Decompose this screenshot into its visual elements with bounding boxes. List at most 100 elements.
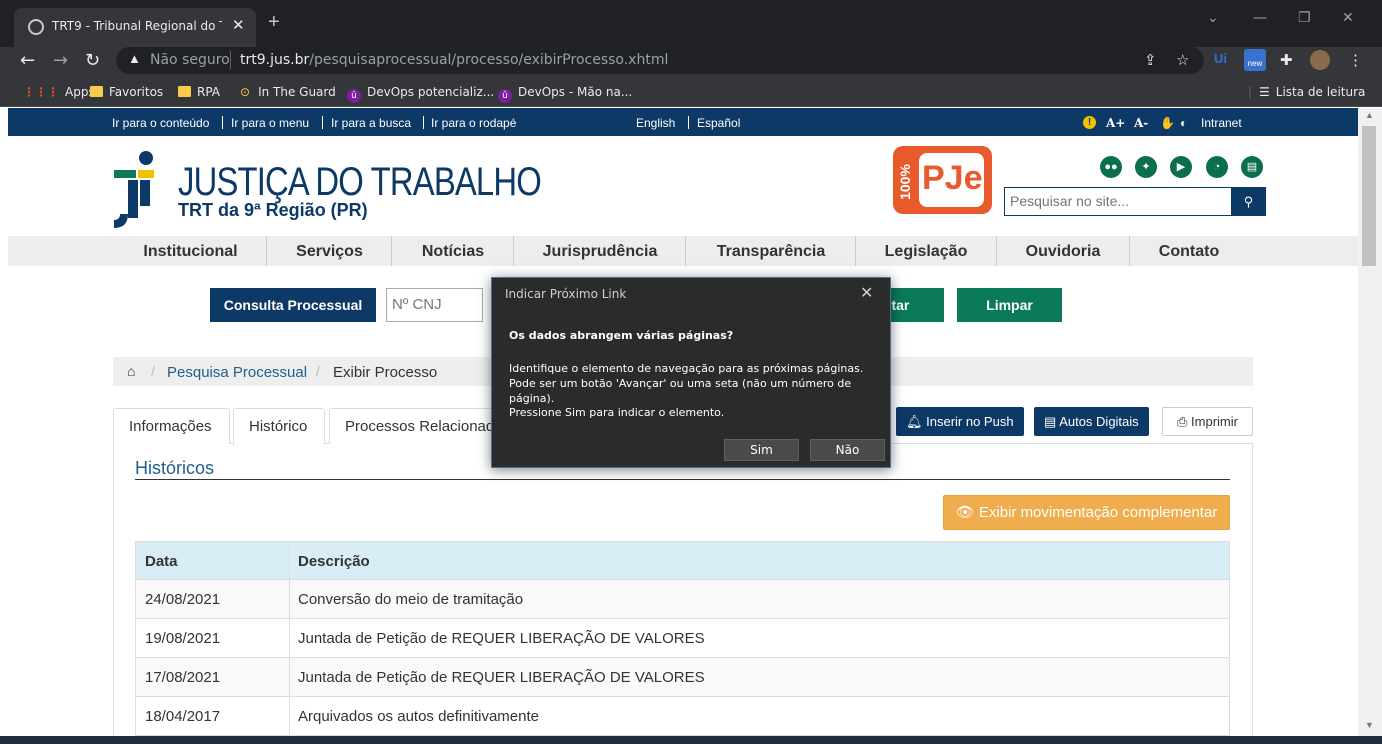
column-header-data[interactable]: Data xyxy=(145,553,178,570)
cnj-input[interactable] xyxy=(387,289,477,319)
bookmarks-divider: | xyxy=(1248,85,1253,99)
dialog-no-button[interactable]: Não xyxy=(810,439,885,461)
browser-menu-icon[interactable]: ⋮ xyxy=(1348,51,1363,69)
tab-historico[interactable]: Histórico xyxy=(233,408,325,445)
skip-to-content-link[interactable]: Ir para o conteúdo xyxy=(112,116,209,130)
url-host: trt9.jus.br xyxy=(240,52,310,68)
youtube-icon[interactable]: ▶ xyxy=(1170,156,1192,178)
bookmark-devops-1[interactable]: û DevOps potencializ... xyxy=(347,85,494,103)
close-window-button[interactable]: ✕ xyxy=(1342,10,1354,26)
extensions-puzzle-icon[interactable]: ✚ xyxy=(1280,51,1293,69)
restore-button[interactable]: ❐ xyxy=(1298,10,1311,26)
row-date: 24/08/2021 xyxy=(145,591,221,608)
bookmark-star-icon[interactable]: ☆ xyxy=(1176,51,1189,69)
menu-servicos[interactable]: Serviços xyxy=(267,236,392,266)
font-decrease-button[interactable]: A- xyxy=(1134,116,1148,130)
row-date: 19/08/2021 xyxy=(145,630,221,647)
share-icon[interactable]: ⇪ xyxy=(1144,51,1157,69)
imprimir-button[interactable]: ⎙ Imprimir xyxy=(1162,407,1253,436)
back-icon[interactable]: ← xyxy=(20,50,35,71)
uipath-extension-icon[interactable]: Ui xyxy=(1214,51,1227,66)
forward-icon[interactable]: → xyxy=(53,50,68,71)
menu-jurisprudencia[interactable]: Jurisprudência xyxy=(514,236,686,266)
espanol-link[interactable]: Español xyxy=(697,116,740,130)
scroll-up-icon[interactable]: ▲ xyxy=(1365,110,1374,120)
tab-title: TRT9 - Tribunal Regional do Trab xyxy=(52,19,222,33)
site-search-input[interactable] xyxy=(1005,188,1227,214)
row-description: Juntada de Petição de REQUER LIBERAÇÃO D… xyxy=(298,630,705,647)
dialog-yes-button[interactable]: Sim xyxy=(724,439,799,461)
close-tab-icon[interactable]: ✕ xyxy=(232,16,245,34)
column-header-descricao[interactable]: Descrição xyxy=(298,553,370,570)
flickr-icon[interactable]: ●● xyxy=(1100,156,1122,178)
row-description: Arquivados os autos definitivamente xyxy=(298,708,539,725)
cell-divider xyxy=(289,542,290,580)
intranet-link[interactable]: Intranet xyxy=(1201,116,1242,130)
tab-processos-relacionados[interactable]: Processos Relacionados xyxy=(329,408,494,444)
table-header-row: Data Descrição xyxy=(135,541,1230,580)
autos-digitais-button[interactable]: ▤ Autos Digitais xyxy=(1034,407,1149,436)
new-extension-icon[interactable]: new xyxy=(1244,49,1266,71)
scrollbar-thumb[interactable] xyxy=(1362,126,1376,266)
tab-informacoes[interactable]: Informações xyxy=(113,408,230,444)
address-bar[interactable]: ▲ Não seguro trt9.jus.br/pesquisaprocess… xyxy=(116,47,1204,74)
reload-icon[interactable]: ↻ xyxy=(85,50,100,71)
reading-list[interactable]: ☰ Lista de leitura xyxy=(1259,85,1365,99)
profile-avatar[interactable] xyxy=(1310,50,1330,70)
exibir-movimentacao-button[interactable]: 👁︎ Exibir movimentação complementar xyxy=(943,495,1230,530)
rss-icon[interactable]: ◔ xyxy=(1206,156,1228,178)
menu-institucional[interactable]: Institucional xyxy=(113,236,268,266)
site-search-field[interactable] xyxy=(1004,187,1232,216)
tab-search-icon[interactable]: ⌄ xyxy=(1207,10,1219,26)
newsletter-icon[interactable]: ▤ xyxy=(1241,156,1263,178)
pje-100-banner[interactable]: 100% PJe xyxy=(893,146,992,214)
font-increase-button[interactable]: A+ xyxy=(1106,116,1125,130)
cell-divider xyxy=(289,619,290,657)
limpar-button[interactable]: Limpar xyxy=(957,288,1062,322)
skip-to-footer-link[interactable]: Ir para o rodapé xyxy=(431,116,516,130)
warning-icon[interactable]: ▲ xyxy=(128,51,141,66)
skip-to-search-link[interactable]: Ir para a busca xyxy=(331,116,411,130)
taskbar-strip xyxy=(0,736,1382,744)
security-label[interactable]: Não seguro xyxy=(150,52,230,68)
logo-subtitle[interactable]: TRT da 9ª Região (PR) xyxy=(178,200,368,221)
home-icon[interactable]: ⌂ xyxy=(127,363,135,379)
consulta-processual-button[interactable]: Consulta Processual xyxy=(210,288,376,322)
menu-contato[interactable]: Contato xyxy=(1130,236,1248,266)
table-row: 24/08/2021 Conversão do meio de tramitaç… xyxy=(135,580,1230,619)
info-icon[interactable]: ! xyxy=(1083,116,1096,129)
divider xyxy=(423,116,424,129)
bookmark-in-the-guard[interactable]: ⊙ In The Guard xyxy=(240,85,336,99)
menu-legislacao[interactable]: Legislação xyxy=(856,236,996,266)
bookmarks-bar: ⋮⋮⋮ Apps Favoritos RPA ⊙ In The Guard û Dev… xyxy=(0,79,1382,107)
logo-title[interactable]: JUSTIÇA DO TRABALHO xyxy=(178,160,542,205)
bookmark-favoritos[interactable]: Favoritos xyxy=(90,85,163,99)
bookmark-apps[interactable]: ⋮⋮⋮ Apps xyxy=(23,85,95,99)
new-tab-button[interactable]: + xyxy=(268,11,280,34)
breadcrumb-separator: / xyxy=(316,363,320,379)
skip-to-menu-link[interactable]: Ir para o menu xyxy=(231,116,309,130)
scroll-down-icon[interactable]: ▼ xyxy=(1365,720,1374,730)
menu-ouvidoria[interactable]: Ouvidoria xyxy=(997,236,1129,266)
url-text[interactable]: trt9.jus.br/pesquisaprocessual/processo/… xyxy=(240,52,668,68)
site-search-button[interactable]: ⚲ xyxy=(1231,187,1266,216)
bookmark-rpa[interactable]: RPA xyxy=(178,85,220,99)
bookmark-devops-2[interactable]: û DevOps - Mão na... xyxy=(498,85,632,103)
menu-noticias[interactable]: Notícias xyxy=(392,236,514,266)
justica-trabalho-logo-icon[interactable] xyxy=(110,148,170,232)
contrast-icon[interactable]: ◐ xyxy=(1180,116,1187,130)
inserir-push-button[interactable]: 🔔︎ Inserir no Push xyxy=(896,407,1024,436)
dialog-title: Indicar Próximo Link xyxy=(505,287,627,301)
dialog-close-icon[interactable]: ✕ xyxy=(860,283,873,303)
english-link[interactable]: English xyxy=(636,116,675,130)
minimize-button[interactable]: — xyxy=(1253,10,1267,26)
page-scrollbar[interactable]: ▲ ▼ xyxy=(1358,108,1382,744)
breadcrumb-pesquisa-processual[interactable]: Pesquisa Processual xyxy=(167,364,307,381)
cnj-field[interactable] xyxy=(386,288,483,322)
devops-icon: û xyxy=(498,89,512,103)
twitter-icon[interactable]: ✦ xyxy=(1135,156,1157,178)
sign-language-icon[interactable]: ✋ xyxy=(1160,116,1175,130)
browser-tab[interactable]: TRT9 - Tribunal Regional do Trab ✕ xyxy=(14,8,256,47)
main-menu: Institucional Serviços Notícias Jurispru… xyxy=(8,236,1358,266)
menu-transparencia[interactable]: Transparência xyxy=(686,236,856,266)
